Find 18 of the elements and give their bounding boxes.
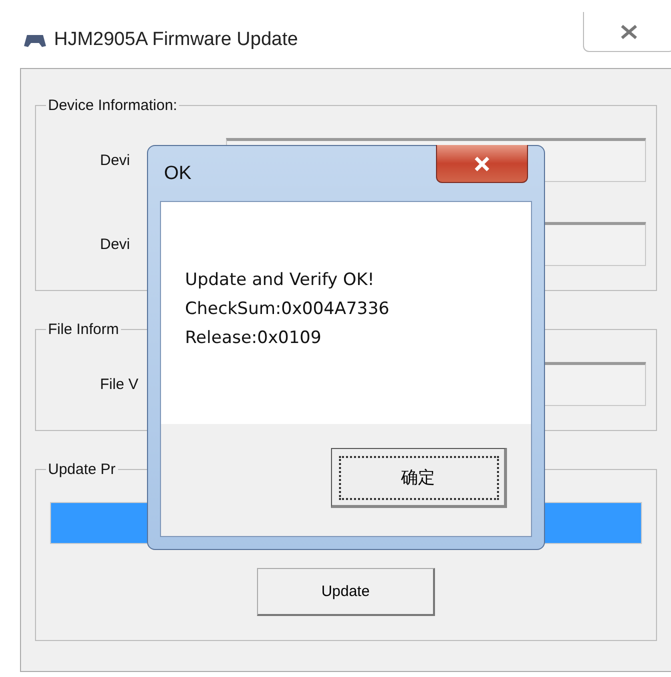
close-icon <box>472 156 492 172</box>
group-label: Device Information: <box>47 97 178 114</box>
close-button[interactable] <box>583 12 671 52</box>
message-text: Release:0x0109 <box>185 328 322 348</box>
message-text: Update and Verify OK! <box>185 270 376 290</box>
field-label: File V <box>99 376 140 392</box>
update-button[interactable]: Update <box>257 568 435 616</box>
group-label: File Inform <box>47 321 120 338</box>
group-label: Update Pr <box>47 461 117 478</box>
field-label: Devi <box>99 152 132 168</box>
close-button[interactable] <box>436 145 528 183</box>
close-icon <box>618 24 640 40</box>
window-title: HJM2905A Firmware Update <box>54 29 298 51</box>
gamepad-icon <box>24 32 46 48</box>
ok-button[interactable]: 确定 <box>331 448 507 508</box>
message-text: CheckSum:0x004A7336 <box>185 299 390 319</box>
field-label: Devi <box>99 236 132 252</box>
dialog-title: OK <box>164 162 192 184</box>
